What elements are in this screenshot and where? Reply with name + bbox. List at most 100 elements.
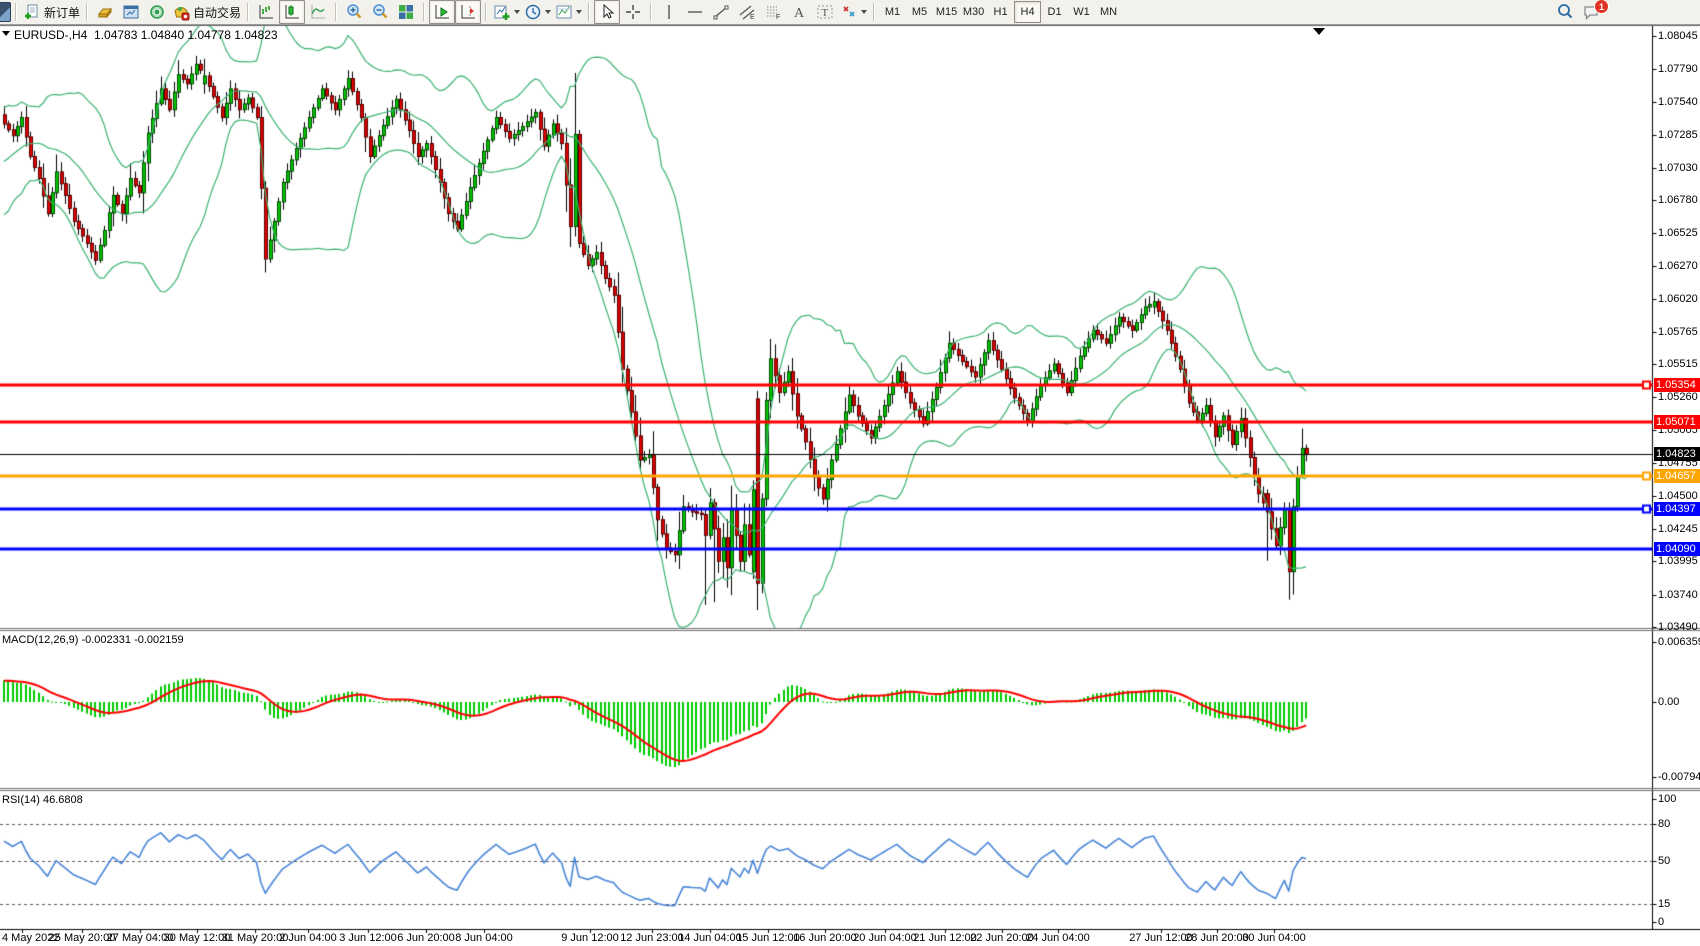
notification-badge: 1 bbox=[1594, 0, 1609, 14]
main-toolbar: 新订单 自动交易 E FAT M1M5M15M30H1H4D1W1MN 1 bbox=[0, 0, 1700, 25]
navigator-button[interactable] bbox=[144, 0, 170, 24]
crosshair-button[interactable] bbox=[620, 0, 646, 24]
gold-bar-icon bbox=[96, 3, 114, 21]
auto-trading-button[interactable]: 自动交易 bbox=[170, 0, 243, 24]
chart-canvas[interactable] bbox=[0, 0, 1700, 946]
new-order-button-label: 新订单 bbox=[44, 4, 80, 21]
zoom-in-icon bbox=[345, 3, 363, 21]
toolbar-separator bbox=[873, 3, 875, 21]
time-axis-label: 27 Jun 12:00 bbox=[1129, 932, 1193, 944]
rsi-axis-tick: 80 bbox=[1658, 818, 1670, 830]
resistance-line-2-price-label[interactable]: 1.05071 bbox=[1654, 415, 1700, 429]
price-axis-tick: 1.07285 bbox=[1658, 129, 1698, 141]
indicators-button[interactable] bbox=[491, 0, 522, 24]
support-line-1-price-label[interactable]: 1.04397 bbox=[1654, 502, 1700, 516]
rsi-axis-tick: 15 bbox=[1658, 898, 1670, 910]
arrows-button[interactable] bbox=[838, 0, 869, 24]
time-axis-label: 3 Jun 12:00 bbox=[339, 932, 397, 944]
line-chart-button[interactable] bbox=[305, 0, 331, 24]
clipped-toolbar-icon[interactable] bbox=[0, 2, 11, 22]
indicators-icon bbox=[493, 3, 511, 21]
timeframe-button-d1[interactable]: D1 bbox=[1041, 1, 1068, 23]
periods-button[interactable] bbox=[522, 0, 553, 24]
price-axis-tick: 1.05765 bbox=[1658, 326, 1698, 338]
ohlc-open: 1.04783 bbox=[94, 28, 137, 42]
timeframe-button-m1[interactable]: M1 bbox=[879, 1, 906, 23]
toolbar-separator bbox=[247, 3, 249, 21]
chat-button[interactable]: 1 bbox=[1578, 0, 1604, 24]
template-icon bbox=[555, 3, 573, 21]
macd-axis-tick: 0.006359 bbox=[1658, 636, 1700, 648]
timeframe-button-m15[interactable]: M15 bbox=[933, 1, 960, 23]
svg-text:E: E bbox=[750, 14, 755, 21]
timeframe-button-mn[interactable]: MN bbox=[1095, 1, 1122, 23]
bar-chart-button[interactable] bbox=[253, 0, 279, 24]
time-axis-label: 20 Jun 04:00 bbox=[853, 932, 917, 944]
cursor-button[interactable] bbox=[594, 0, 620, 24]
price-axis-tick: 1.08045 bbox=[1658, 30, 1698, 42]
time-axis-label: 28 Jun 20:00 bbox=[1185, 932, 1249, 944]
templates-button[interactable] bbox=[553, 0, 584, 24]
search-button[interactable] bbox=[1552, 0, 1578, 24]
tile-windows-button[interactable] bbox=[393, 0, 419, 24]
resistance-line-1-price-label[interactable]: 1.05354 bbox=[1654, 378, 1700, 392]
trendline-button[interactable] bbox=[708, 0, 734, 24]
ohlc-low: 1.04778 bbox=[187, 28, 230, 42]
rsi-indicator-label: RSI(14) 46.6808 bbox=[2, 794, 83, 806]
clock-icon bbox=[524, 3, 542, 21]
auto-scroll-button[interactable] bbox=[429, 0, 455, 24]
search-icon bbox=[1556, 3, 1574, 21]
toolbar-separator bbox=[485, 3, 487, 21]
chevron-down-icon[interactable] bbox=[545, 10, 551, 14]
timeframe-button-m5[interactable]: M5 bbox=[906, 1, 933, 23]
price-axis-tick: 1.03995 bbox=[1658, 555, 1698, 567]
timeframe-button-h4[interactable]: H4 bbox=[1014, 1, 1041, 23]
chevron-down-icon[interactable] bbox=[514, 10, 520, 14]
chart-shift-button[interactable] bbox=[455, 0, 481, 24]
bid-price-line-price-label[interactable]: 1.04823 bbox=[1654, 447, 1700, 461]
data-window-button[interactable] bbox=[118, 0, 144, 24]
symbol-period-label: EURUSD-,H4 bbox=[14, 28, 87, 42]
timeframe-button-h1[interactable]: H1 bbox=[987, 1, 1014, 23]
time-axis-label: 30 Jun 04:00 bbox=[1242, 932, 1306, 944]
symbol-collapse-arrow-icon[interactable] bbox=[2, 31, 10, 36]
vline-icon bbox=[660, 3, 678, 21]
horizontal-line-button[interactable] bbox=[682, 0, 708, 24]
window-icon bbox=[122, 3, 140, 21]
chevron-down-icon[interactable] bbox=[576, 10, 582, 14]
fibonacci-icon: F bbox=[764, 3, 782, 21]
time-axis-label: 9 Jun 12:00 bbox=[561, 932, 619, 944]
chart-shift-marker-icon[interactable] bbox=[1313, 28, 1325, 35]
time-axis-label: 8 Jun 04:00 bbox=[455, 932, 513, 944]
label-button[interactable]: T bbox=[812, 0, 838, 24]
zoom-in-button[interactable] bbox=[341, 0, 367, 24]
trendline-icon bbox=[712, 3, 730, 21]
price-axis-tick: 1.05260 bbox=[1658, 391, 1698, 403]
mt4-window: 新订单 自动交易 E FAT M1M5M15M30H1H4D1W1MN 1 EURUS… bbox=[0, 0, 1700, 946]
svg-text:A: A bbox=[794, 6, 805, 21]
new-order-button[interactable]: 新订单 bbox=[21, 0, 82, 24]
zoom-out-button[interactable] bbox=[367, 0, 393, 24]
candlestick-button[interactable] bbox=[279, 0, 305, 24]
time-axis-label: 16 Jun 20:00 bbox=[793, 932, 857, 944]
price-axis-tick: 1.06270 bbox=[1658, 260, 1698, 272]
price-axis-tick: 1.04245 bbox=[1658, 523, 1698, 535]
auto-trading-button-label: 自动交易 bbox=[193, 4, 241, 21]
bar-chart-icon bbox=[257, 3, 275, 21]
market-watch-button[interactable] bbox=[92, 0, 118, 24]
auto-scroll-icon bbox=[433, 3, 451, 21]
fibonacci-button[interactable]: F bbox=[760, 0, 786, 24]
support-line-2-price-label[interactable]: 1.04090 bbox=[1654, 542, 1700, 556]
text-button[interactable]: A bbox=[786, 0, 812, 24]
arrows-icon bbox=[840, 3, 858, 21]
macd-axis-tick: -0.007949 bbox=[1658, 771, 1700, 783]
channel-button[interactable]: E bbox=[734, 0, 760, 24]
timeframe-button-w1[interactable]: W1 bbox=[1068, 1, 1095, 23]
vertical-line-button[interactable] bbox=[656, 0, 682, 24]
timeframe-button-m30[interactable]: M30 bbox=[960, 1, 987, 23]
chevron-down-icon[interactable] bbox=[861, 10, 867, 14]
line-chart-icon bbox=[309, 3, 327, 21]
hline-icon bbox=[686, 3, 704, 21]
pivot-line-price-label[interactable]: 1.04657 bbox=[1654, 469, 1700, 483]
rsi-axis-tick: 0 bbox=[1658, 916, 1664, 928]
